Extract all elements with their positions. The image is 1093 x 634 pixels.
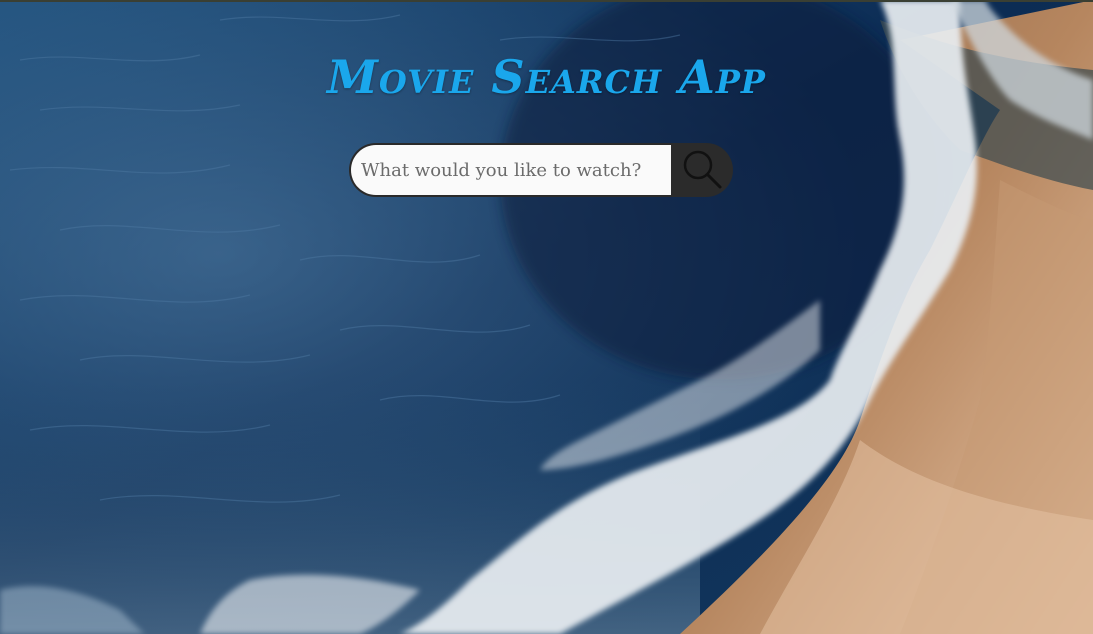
search-bar bbox=[349, 143, 733, 197]
search-input[interactable] bbox=[349, 143, 671, 197]
search-button[interactable] bbox=[671, 143, 733, 197]
search-icon bbox=[680, 147, 724, 194]
page-title: Movie Search App bbox=[327, 50, 766, 104]
top-border bbox=[0, 0, 1093, 2]
